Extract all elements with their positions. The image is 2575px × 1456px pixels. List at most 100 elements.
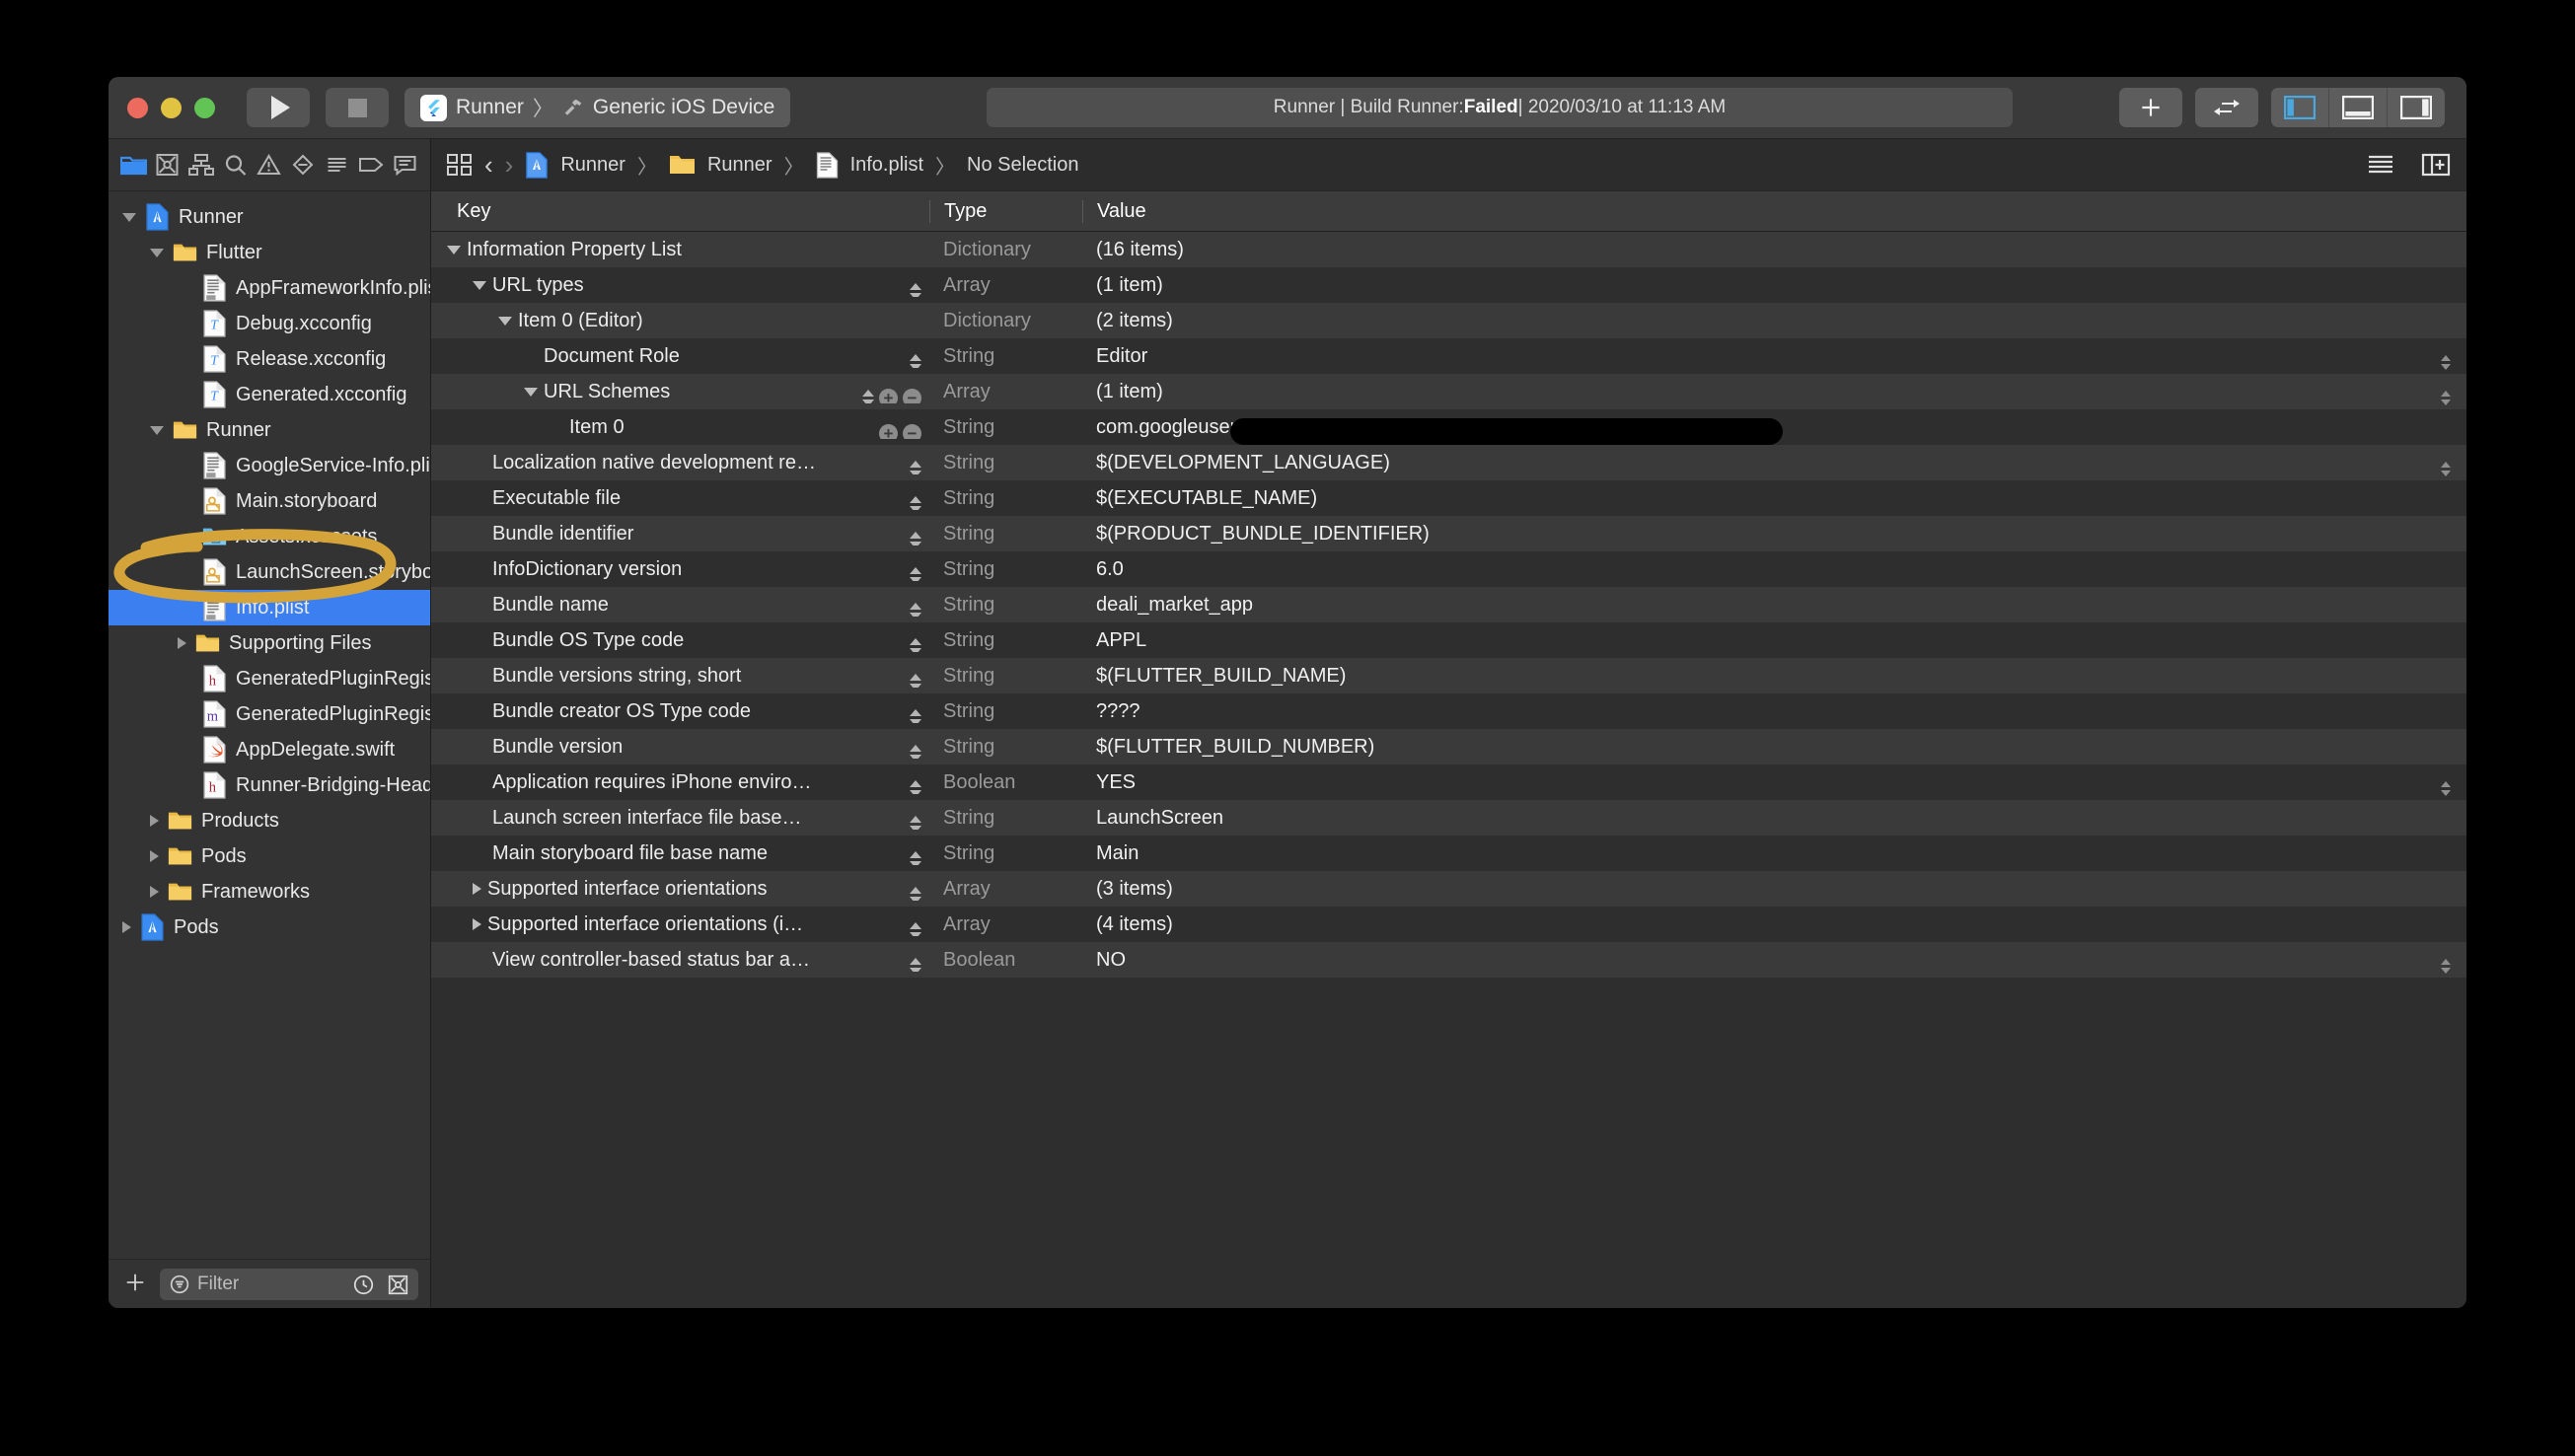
disclosure-triangle-open[interactable] [498,316,512,326]
cell-value[interactable]: (16 items) [1082,239,2466,261]
key-stepper[interactable] [910,922,921,936]
disclosure-triangle-open[interactable] [150,248,164,257]
key-stepper[interactable] [910,283,921,297]
key-stepper[interactable] [910,567,921,581]
navigator-item-pods[interactable]: Pods [109,838,430,874]
key-stepper[interactable] [910,745,921,759]
cell-key[interactable]: Localization native development re… [431,452,929,474]
cell-type[interactable]: Array [929,274,1082,297]
project-navigator-tree[interactable]: Runner Flutter AppFrameworkInfo.plist TD… [109,191,430,1259]
related-items-icon[interactable] [447,153,473,177]
cell-key[interactable]: Item 0 (Editor) [431,310,929,332]
key-stepper[interactable] [910,603,921,617]
cell-type[interactable]: String [929,558,1082,581]
zoom-button[interactable] [194,97,215,118]
table-row[interactable]: Launch screen interface file base… Strin… [431,800,2466,836]
key-stepper[interactable] [910,851,921,865]
disclosure-triangle-open[interactable] [122,212,136,222]
cell-key[interactable]: Supported interface orientations (i… [431,913,929,936]
cell-key[interactable]: InfoDictionary version [431,558,929,581]
cell-value[interactable]: (1 item) [1082,274,2466,297]
table-row[interactable]: Supported interface orientations Array (3… [431,871,2466,907]
folder-icon[interactable] [118,150,148,180]
cell-value[interactable]: APPL [1082,629,2466,652]
cell-key[interactable]: View controller-based status bar a… [431,949,929,972]
table-row[interactable]: Bundle name String deali_market_app [431,587,2466,622]
cell-value[interactable]: deali_market_app [1082,594,2466,617]
cell-key[interactable]: Executable file [431,487,929,510]
cell-key[interactable]: URL types [431,274,929,297]
value-stepper[interactable] [2441,959,2451,974]
cell-key[interactable]: Bundle creator OS Type code [431,700,929,723]
run-button[interactable] [247,88,310,127]
table-row[interactable]: InfoDictionary version String 6.0 [431,551,2466,587]
navigator-item-launchscreen-storyboard[interactable]: LaunchScreen.storyboard [109,554,430,590]
navigator-item-runner-bridging-header-h[interactable]: h Runner-Bridging-Header.h [109,767,430,803]
navigator-item-main-storyboard[interactable]: Main.storyboard [109,483,430,519]
key-stepper[interactable] [910,780,921,794]
navigator-item-generatedpluginregistrant-m[interactable]: m GeneratedPluginRegistrant.m [109,696,430,732]
disclosure-triangle-open[interactable] [447,245,461,255]
cell-value[interactable]: 6.0 [1082,558,2466,581]
back-button[interactable]: ‹ [484,150,493,181]
cell-type[interactable]: Boolean [929,771,1082,794]
warning-icon[interactable] [255,150,284,180]
key-stepper[interactable] [910,958,921,972]
key-stepper[interactable] [910,461,921,474]
filter-input[interactable]: Filter [160,1269,418,1300]
disclosure-triangle-closed[interactable] [150,815,159,827]
cell-type[interactable]: String [929,629,1082,652]
breadcrumb-item-3[interactable]: No Selection [967,154,1078,177]
cell-type[interactable]: Array [929,913,1082,936]
cell-type[interactable]: String [929,736,1082,759]
disclosure-triangle-closed[interactable] [122,921,131,933]
table-row[interactable]: Application requires iPhone enviro… Bool… [431,764,2466,800]
table-row[interactable]: Bundle creator OS Type code String???? [431,693,2466,729]
symbol-hierarchy-icon[interactable] [186,150,216,180]
cell-type[interactable]: Dictionary [929,310,1082,332]
minimize-button[interactable] [161,97,182,118]
cell-key[interactable]: Item 0 + − [431,416,929,439]
key-stepper[interactable] [910,638,921,652]
add-file-button[interactable] [120,1272,150,1297]
navigator-item-pods[interactable]: Pods [109,910,430,945]
navigator-item-supporting-files[interactable]: Supporting Files [109,625,430,661]
search-icon[interactable] [221,150,251,180]
navigator-item-runner[interactable]: Runner [109,412,430,448]
cell-type[interactable]: Boolean [929,949,1082,972]
table-row[interactable]: Bundle versions string, short String $(FL… [431,658,2466,693]
cell-value[interactable]: $(PRODUCT_BUNDLE_IDENTIFIER) [1082,523,2466,546]
table-row[interactable]: URL Schemes + − Array (1 item) [431,374,2466,409]
cell-value[interactable]: NO [1082,949,2466,974]
cell-type[interactable]: String [929,594,1082,617]
table-row[interactable]: Document Role String Editor [431,338,2466,374]
table-row[interactable]: Main storyboard file base name String Mai… [431,836,2466,871]
key-stepper[interactable] [910,532,921,546]
cell-type[interactable]: Dictionary [929,239,1082,261]
table-row[interactable]: View controller-based status bar a… Bool… [431,942,2466,978]
cell-type[interactable]: String [929,416,1082,439]
disclosure-triangle-closed[interactable] [150,886,159,898]
close-button[interactable] [127,97,148,118]
disclosure-triangle-closed[interactable] [473,883,481,895]
tag-icon[interactable] [356,150,386,180]
cell-value[interactable]: Main [1082,842,2466,865]
table-row[interactable]: Bundle version String $(FLUTTER_BUILD_NUM… [431,729,2466,764]
key-stepper[interactable] [910,674,921,688]
remove-row-button[interactable]: − [903,424,921,439]
cell-type[interactable]: String [929,452,1082,474]
column-header-key[interactable]: Key [431,200,929,223]
cell-key[interactable]: Information Property List [431,239,929,261]
breadcrumb-item-1[interactable]: Runner [707,154,772,177]
navigator-item-debug-xcconfig[interactable]: T Debug.xcconfig [109,306,430,341]
disclosure-triangle-open[interactable] [524,387,538,397]
navigator-item-googleservice-info-plist[interactable]: GoogleService-Info.plist [109,448,430,483]
navigator-item-frameworks[interactable]: Frameworks [109,874,430,910]
editor-options-icon[interactable] [2366,153,2395,177]
navigator-item-generated-xcconfig[interactable]: T Generated.xcconfig [109,377,430,412]
value-stepper[interactable] [2441,462,2451,476]
navigator-item-appdelegate-swift[interactable]: AppDelegate.swift [109,732,430,767]
column-header-value[interactable]: Value [1082,199,2466,223]
navigator-item-release-xcconfig[interactable]: T Release.xcconfig [109,341,430,377]
cell-type[interactable]: Array [929,381,1082,403]
